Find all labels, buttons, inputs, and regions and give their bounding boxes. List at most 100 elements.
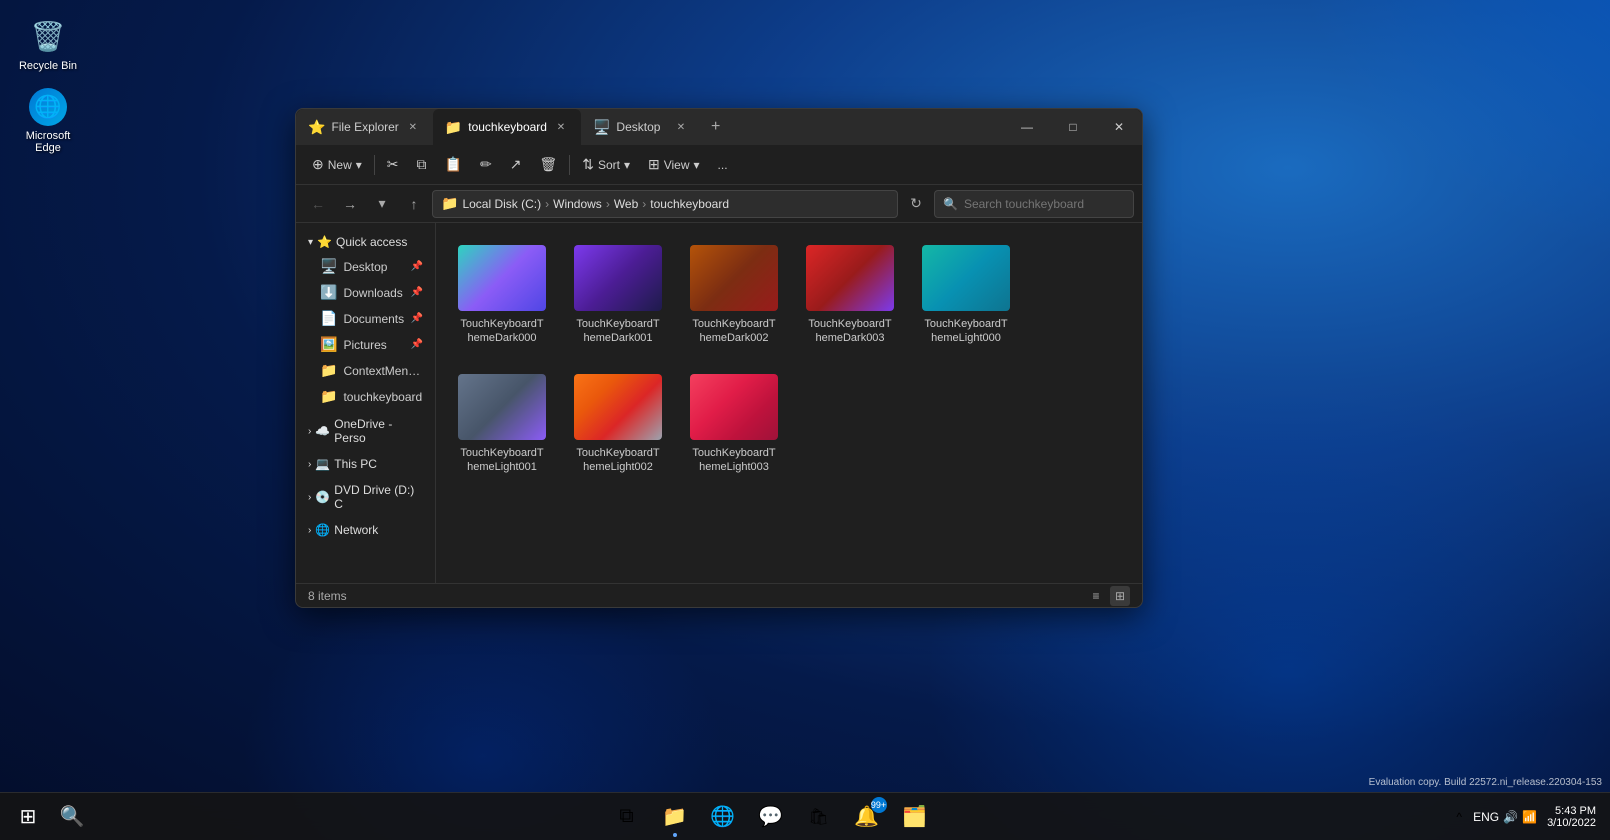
- sidebar-item-documents[interactable]: 📄 Documents 📌: [300, 306, 431, 331]
- view-icon: ⊞: [648, 156, 660, 173]
- sort-icon: ⇅: [582, 156, 594, 173]
- new-tab-button[interactable]: +: [701, 109, 730, 145]
- system-icons: ENG 🔊 📶: [1473, 810, 1537, 824]
- taskbar-task-view[interactable]: ⧉: [605, 795, 649, 839]
- quick-access-label: Quick access: [336, 235, 407, 249]
- copy-button[interactable]: ⧉: [409, 152, 435, 177]
- rename-icon: ✏: [480, 156, 492, 173]
- sidebar-item-desktop[interactable]: 🖥️ Desktop 📌: [300, 254, 431, 279]
- file-item-dark000[interactable]: TouchKeyboardThemeDark000: [452, 239, 552, 352]
- clock-display[interactable]: 5:43 PM 3/10/2022: [1541, 803, 1602, 831]
- recent-button[interactable]: ▾: [368, 190, 396, 218]
- sidebar-item-pictures[interactable]: 🖼️ Pictures 📌: [300, 332, 431, 357]
- tab-desktop[interactable]: 🖥️ Desktop ✕: [581, 109, 701, 145]
- taskbar-edge[interactable]: 🌐: [701, 795, 745, 839]
- sort-button[interactable]: ⇅ Sort ▾: [574, 152, 638, 177]
- microsoft-edge-label: Microsoft Edge: [16, 130, 80, 154]
- sidebar-item-contextmenu[interactable]: 📁 ContextMenuC: [300, 358, 431, 383]
- share-button[interactable]: ↗: [502, 152, 530, 177]
- file-item-light002[interactable]: TouchKeyboardThemeLight002: [568, 368, 668, 481]
- address-path[interactable]: 📁 Local Disk (C:) › Windows › Web › touc…: [432, 190, 898, 218]
- dvd-icon: 💿: [315, 490, 330, 504]
- this-pc-header[interactable]: › 💻 This PC: [300, 453, 431, 475]
- pictures-pin-icon: 📌: [411, 339, 423, 350]
- date-display: 3/10/2022: [1547, 817, 1596, 829]
- cut-button[interactable]: ✂: [379, 152, 407, 177]
- refresh-button[interactable]: ↻: [902, 190, 930, 218]
- list-view-button[interactable]: ≡: [1086, 586, 1106, 606]
- more-label: ...: [718, 158, 728, 172]
- downloads-pin-icon: 📌: [411, 287, 423, 298]
- sidebar-item-touchkeyboard[interactable]: 📁 touchkeyboard: [300, 384, 431, 409]
- cut-icon: ✂: [387, 156, 399, 173]
- store-taskbar-icon: 🛍: [808, 807, 828, 827]
- maximize-button[interactable]: □: [1050, 109, 1096, 145]
- network-icon: 🌐: [315, 523, 330, 537]
- start-button[interactable]: ⊞: [8, 797, 48, 837]
- tab-desktop-close[interactable]: ✕: [673, 119, 689, 135]
- forward-button[interactable]: →: [336, 190, 364, 218]
- this-pc-section: › 💻 This PC: [296, 453, 435, 475]
- microsoft-edge-icon[interactable]: 🌐 Microsoft Edge: [16, 88, 80, 154]
- rename-button[interactable]: ✏: [472, 152, 500, 177]
- recycle-bin-label: Recycle Bin: [19, 60, 77, 72]
- file-thumbnail-light003: [690, 374, 778, 440]
- network-status-icon[interactable]: 📶: [1522, 810, 1537, 824]
- evaluation-text: Evaluation copy. Build 22572.ni_release.…: [1369, 777, 1602, 788]
- taskbar-file-explorer[interactable]: 📁: [653, 795, 697, 839]
- file-name-light003: TouchKeyboardThemeLight003: [690, 446, 778, 475]
- view-chevron: ▾: [694, 158, 700, 172]
- sidebar-item-downloads[interactable]: ⬇️ Downloads 📌: [300, 280, 431, 305]
- taskbar-notifications[interactable]: 🔔 99+: [845, 795, 889, 839]
- status-bar: 8 items ≡ ⊞: [296, 583, 1142, 607]
- onedrive-label: OneDrive - Perso: [334, 417, 423, 445]
- search-input[interactable]: [964, 197, 1125, 211]
- up-button[interactable]: ↑: [400, 190, 428, 218]
- paste-button[interactable]: 📋: [437, 152, 470, 177]
- close-button[interactable]: ✕: [1096, 109, 1142, 145]
- recycle-bin-icon[interactable]: 🗑️ Recycle Bin: [16, 16, 80, 72]
- taskbar-extra-app[interactable]: 🗂️: [893, 795, 937, 839]
- file-name-dark003: TouchKeyboardThemeDark003: [806, 317, 894, 346]
- documents-item-label: Documents: [343, 312, 404, 326]
- back-button[interactable]: ←: [304, 190, 332, 218]
- tab-touchkeyboard[interactable]: 📁 touchkeyboard ✕: [433, 109, 581, 145]
- volume-icon[interactable]: 🔊: [1503, 810, 1518, 824]
- search-button[interactable]: 🔍: [52, 797, 92, 837]
- file-item-light001[interactable]: TouchKeyboardThemeLight001: [452, 368, 552, 481]
- dvd-header[interactable]: › 💿 DVD Drive (D:) C: [300, 479, 431, 515]
- grid-view-button[interactable]: ⊞: [1110, 586, 1130, 606]
- this-pc-label: This PC: [334, 457, 377, 471]
- toolbar: ⊕ New ▾ ✂ ⧉ 📋 ✏ ↗ 🗑 ⇅ Sort ▾ ⊞: [296, 145, 1142, 185]
- file-item-dark002[interactable]: TouchKeyboardThemeDark002: [684, 239, 784, 352]
- more-button[interactable]: ...: [710, 154, 736, 176]
- this-pc-collapse-icon: ›: [308, 459, 311, 470]
- downloads-item-label: Downloads: [343, 286, 402, 300]
- onedrive-icon: ☁️: [315, 424, 330, 438]
- file-item-light003[interactable]: TouchKeyboardThemeLight003: [684, 368, 784, 481]
- delete-button[interactable]: 🗑: [531, 152, 565, 177]
- file-item-dark003[interactable]: TouchKeyboardThemeDark003: [800, 239, 900, 352]
- minimize-button[interactable]: —: [1004, 109, 1050, 145]
- taskbar-store[interactable]: 🛍: [797, 795, 841, 839]
- delete-icon: 🗑: [539, 156, 557, 173]
- file-item-light000[interactable]: TouchKeyboardThemeLight000: [916, 239, 1016, 352]
- file-thumbnail-light002: [574, 374, 662, 440]
- touchkeyboard-folder-icon: 📁: [320, 388, 337, 405]
- view-label: View: [664, 158, 690, 172]
- new-button[interactable]: ⊕ New ▾: [304, 152, 370, 177]
- tab-file-explorer[interactable]: ⭐ File Explorer ✕: [296, 109, 433, 145]
- tab-file-explorer-close[interactable]: ✕: [405, 119, 421, 135]
- tab-desktop-label: Desktop: [616, 120, 660, 134]
- path-sep-3: ›: [642, 197, 646, 211]
- lang-icon: ENG: [1473, 810, 1499, 824]
- tab-touchkeyboard-close[interactable]: ✕: [553, 119, 569, 135]
- view-button[interactable]: ⊞ View ▾: [640, 152, 708, 177]
- system-tray-expand[interactable]: ^: [1449, 795, 1469, 839]
- quick-access-header[interactable]: ▾ ⭐ Quick access: [300, 231, 431, 253]
- network-header[interactable]: › 🌐 Network: [300, 519, 431, 541]
- quick-access-section: ▾ ⭐ Quick access 🖥️ Desktop 📌 ⬇️ Downloa…: [296, 231, 435, 409]
- onedrive-header[interactable]: › ☁️ OneDrive - Perso: [300, 413, 431, 449]
- taskbar-chat[interactable]: 💬: [749, 795, 793, 839]
- file-item-dark001[interactable]: TouchKeyboardThemeDark001: [568, 239, 668, 352]
